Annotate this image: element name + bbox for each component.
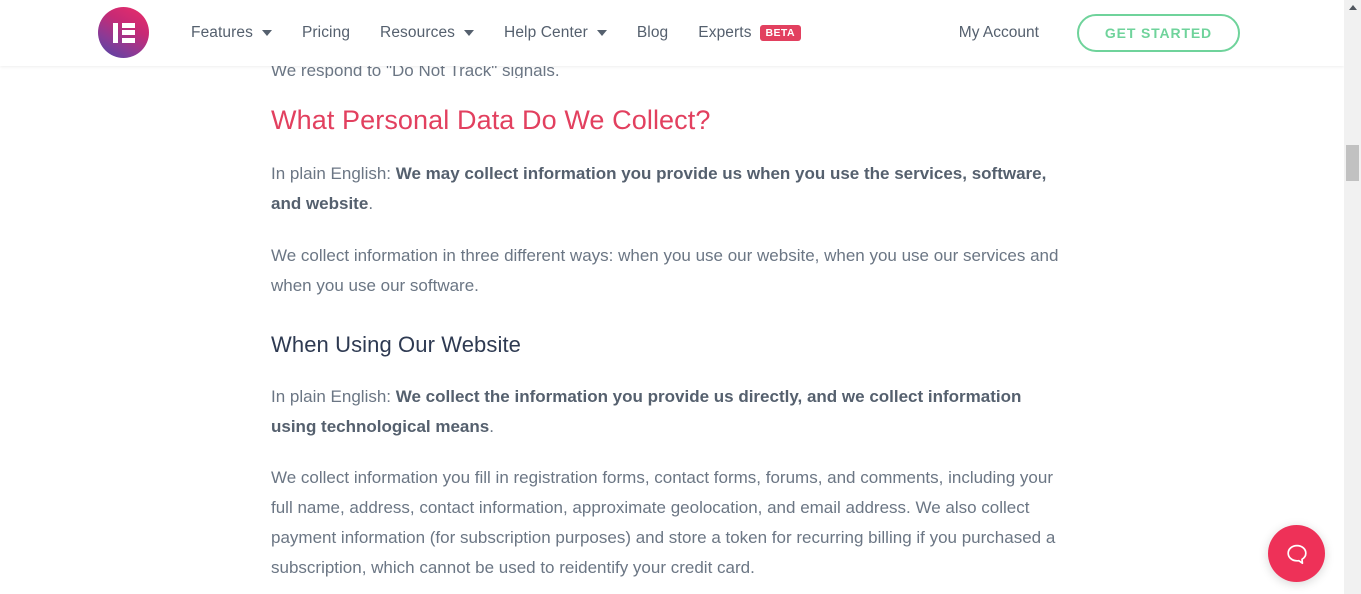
chevron-down-icon — [464, 30, 475, 36]
article-body: We respond to "Do Not Track" signals. Wh… — [271, 56, 1071, 594]
logo-bar-top — [121, 22, 135, 28]
logo-e-mark — [112, 22, 135, 43]
nav-label: Blog — [636, 24, 669, 41]
lead-in-text: In plain English: — [271, 164, 396, 183]
trailing-punctuation: . — [368, 194, 374, 213]
primary-navigation: Features Pricing Resources Help Center B… — [176, 0, 816, 66]
subsection-title: When Using Our Website — [271, 332, 522, 357]
page-content: We respond to "Do Not Track" signals. Wh… — [0, 0, 1344, 594]
help-chat-button[interactable] — [1268, 525, 1325, 582]
chevron-down-icon — [596, 30, 607, 36]
status-badge-beta: BETA — [759, 25, 801, 41]
nav-item-resources[interactable]: Resources — [365, 0, 489, 66]
header-actions: My Account GET STARTED — [959, 0, 1240, 66]
browser-viewport: We respond to "Do Not Track" signals. Wh… — [0, 0, 1361, 594]
paragraph-collection-ways: We collect information in three differen… — [271, 246, 1059, 295]
nav-label: Features — [191, 24, 253, 41]
nav-item-help-center[interactable]: Help Center — [489, 0, 622, 66]
scroll-up-arrow-icon[interactable] — [1348, 5, 1357, 10]
logo-bar-bottom — [121, 37, 135, 43]
site-header: Features Pricing Resources Help Center B… — [0, 0, 1344, 66]
nav-label: Help Center — [504, 24, 588, 41]
trailing-punctuation: . — [489, 417, 494, 436]
logo-bar-middle — [121, 30, 135, 35]
paragraph-registration-forms: We collect information you fill in regis… — [271, 468, 1056, 577]
get-started-button[interactable]: GET STARTED — [1076, 14, 1240, 52]
nav-label: Resources — [380, 24, 456, 41]
my-account-link[interactable]: My Account — [959, 24, 1039, 42]
elementor-logo[interactable] — [98, 7, 149, 58]
page-title: What Personal Data Do We Collect? — [271, 105, 711, 135]
paragraph-plain-english-1: In plain English: We may collect informa… — [271, 159, 1071, 219]
vertical-scrollbar[interactable] — [1344, 0, 1361, 594]
nav-label: Pricing — [301, 24, 351, 41]
scrollbar-thumb[interactable] — [1346, 145, 1359, 181]
nav-item-features[interactable]: Features — [176, 0, 287, 66]
chat-bubble-icon — [1286, 544, 1307, 564]
nav-item-pricing[interactable]: Pricing — [287, 0, 365, 66]
paragraph-plain-english-2: In plain English: We collect the informa… — [271, 382, 1071, 442]
nav-label: Experts — [698, 24, 752, 41]
logo-circle — [98, 7, 149, 58]
chevron-down-icon — [261, 30, 272, 36]
logo-bar-vertical — [112, 22, 118, 43]
lead-in-text: In plain English: — [271, 387, 396, 406]
nav-item-experts[interactable]: Experts BETA — [683, 0, 816, 66]
nav-item-blog[interactable]: Blog — [622, 0, 683, 66]
